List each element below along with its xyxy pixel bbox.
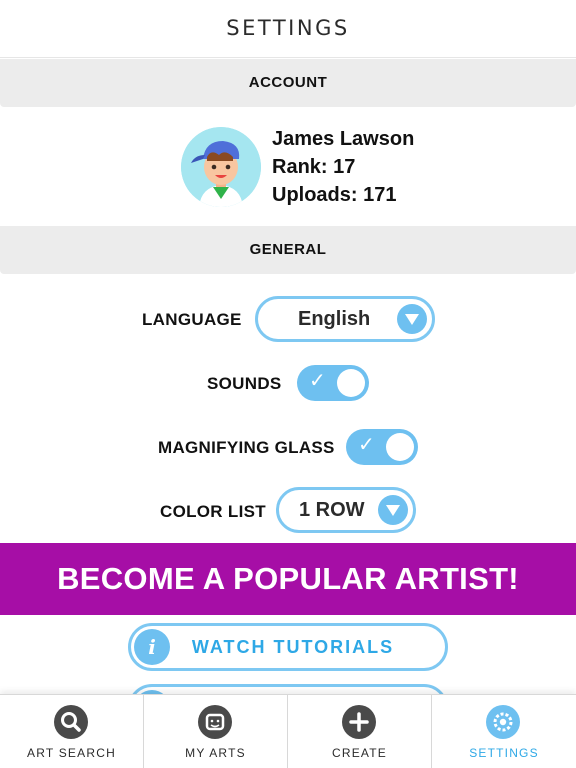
top-bar: SETTINGS bbox=[0, 0, 576, 58]
chevron-down-icon bbox=[397, 304, 427, 334]
profile-uploads: Uploads: 171 bbox=[272, 184, 397, 206]
chevron-down-icon bbox=[378, 495, 408, 525]
color-list-dropdown[interactable]: 1 ROW bbox=[276, 487, 416, 533]
color-list-value: 1 ROW bbox=[299, 499, 365, 521]
checkmark-icon: ✓ bbox=[309, 370, 326, 392]
magnifying-glass-label: MAGNIFYING GLASS bbox=[158, 438, 335, 457]
watch-tutorials-label: WATCH TUTORIALS bbox=[191, 637, 395, 657]
tab-label: MY ARTS bbox=[185, 746, 246, 760]
bottom-tab-bar: ART SEARCH MY ARTS CREATE SETTINGS bbox=[0, 694, 576, 768]
info-icon: i bbox=[134, 629, 170, 665]
gallery-icon bbox=[198, 705, 232, 739]
language-value: English bbox=[298, 308, 371, 330]
tab-create[interactable]: CREATE bbox=[288, 695, 432, 768]
tab-label: ART SEARCH bbox=[27, 746, 116, 760]
general-section-header: GENERAL bbox=[0, 226, 576, 274]
profile-name: James Lawson bbox=[272, 128, 415, 150]
sounds-toggle[interactable]: ✓ bbox=[297, 365, 369, 401]
account-section-header: ACCOUNT bbox=[0, 59, 576, 107]
plus-icon bbox=[342, 705, 376, 739]
avatar-illustration-icon bbox=[181, 127, 261, 207]
language-label: LANGUAGE bbox=[142, 310, 242, 329]
magnifying-glass-toggle[interactable]: ✓ bbox=[346, 429, 418, 465]
promo-banner[interactable]: BECOME A POPULAR ARTIST! bbox=[0, 543, 576, 615]
toggle-knob bbox=[386, 433, 414, 461]
color-list-label: COLOR LIST bbox=[160, 502, 266, 521]
avatar[interactable] bbox=[181, 127, 261, 207]
tab-art-search[interactable]: ART SEARCH bbox=[0, 695, 144, 768]
profile-rank: Rank: 17 bbox=[272, 156, 356, 178]
search-icon bbox=[54, 705, 88, 739]
page-title: SETTINGS bbox=[226, 16, 350, 40]
tab-label: CREATE bbox=[332, 746, 387, 760]
toggle-knob bbox=[337, 369, 365, 397]
tab-settings[interactable]: SETTINGS bbox=[432, 695, 576, 768]
checkmark-icon: ✓ bbox=[358, 434, 375, 456]
language-dropdown[interactable]: English bbox=[255, 296, 435, 342]
watch-tutorials-button[interactable]: i WATCH TUTORIALS bbox=[128, 623, 448, 671]
gear-icon bbox=[486, 705, 520, 739]
sounds-label: SOUNDS bbox=[207, 374, 282, 393]
tab-my-arts[interactable]: MY ARTS bbox=[144, 695, 288, 768]
tab-label: SETTINGS bbox=[469, 746, 539, 760]
